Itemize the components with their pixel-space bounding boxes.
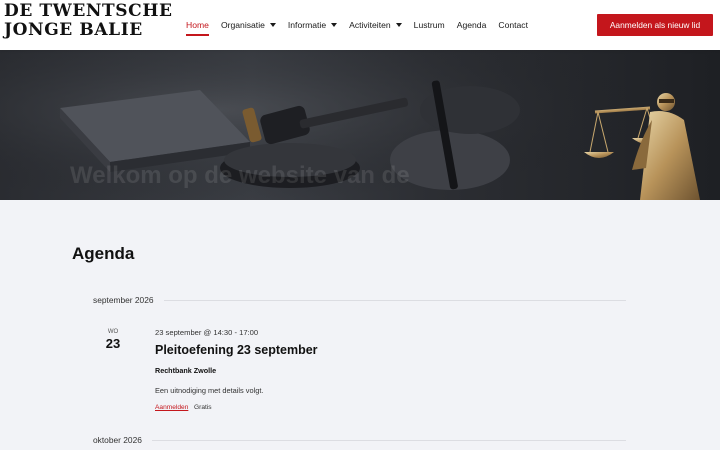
- event-cost: Gratis: [194, 404, 212, 411]
- nav-item-activiteiten[interactable]: Activiteiten: [349, 14, 402, 36]
- site-header: De Twentsche Jonge Balie Home Organisati…: [0, 0, 720, 50]
- month-divider: [164, 300, 626, 301]
- event-datetime: 23 september @ 14:30 - 17:00: [155, 328, 259, 337]
- nav-item-label: Contact: [498, 20, 528, 30]
- nav-item-label: Agenda: [456, 20, 487, 30]
- nav-item-label: Home: [186, 20, 209, 30]
- event-register-link[interactable]: Aanmelden: [155, 404, 188, 411]
- month-heading: oktober 2026: [93, 435, 142, 445]
- event-title-link[interactable]: Pleitoefening 23 september: [155, 343, 318, 357]
- event-venue: Rechtbank Zwolle: [155, 366, 217, 375]
- nav-item-label: Activiteiten: [349, 20, 391, 30]
- nav-item-lustrum[interactable]: Lustrum: [414, 14, 445, 36]
- nav-item-home[interactable]: Home: [186, 14, 209, 36]
- caret-down-icon: [331, 23, 338, 27]
- page-title: Agenda: [72, 244, 135, 263]
- hero-overlay-text: Welkom op de website van de: [70, 162, 410, 189]
- month-heading: september 2026: [93, 295, 154, 305]
- nav-item-label: Organisatie: [220, 20, 265, 30]
- hero-banner: Welkom op de website van de: [0, 50, 720, 200]
- nav-item-contact[interactable]: Contact: [498, 14, 528, 36]
- nav-item-organisatie[interactable]: Organisatie: [221, 14, 276, 36]
- nav-item-agenda[interactable]: Agenda: [457, 14, 487, 36]
- nav-item-label: Lustrum: [413, 20, 445, 30]
- month-divider: [152, 440, 626, 441]
- join-button[interactable]: Aanmelden als nieuw lid: [597, 14, 713, 36]
- main-nav: Home Organisatie Informatie Activiteiten…: [186, 0, 540, 50]
- nav-item-label: Informatie: [287, 20, 327, 30]
- caret-down-icon: [395, 23, 402, 27]
- logo-line-1: De Twentsche: [4, 1, 173, 21]
- nav-item-informatie[interactable]: Informatie: [287, 14, 338, 36]
- logo-line-2: Jonge Balie: [4, 20, 143, 40]
- event-day-number: 23: [105, 336, 121, 351]
- event-weekday: WO: [107, 329, 119, 335]
- caret-down-icon: [269, 23, 276, 27]
- event-description: Een uitnodiging met details volgt.: [155, 386, 264, 395]
- site-logo[interactable]: De Twentsche Jonge Balie: [4, 1, 173, 40]
